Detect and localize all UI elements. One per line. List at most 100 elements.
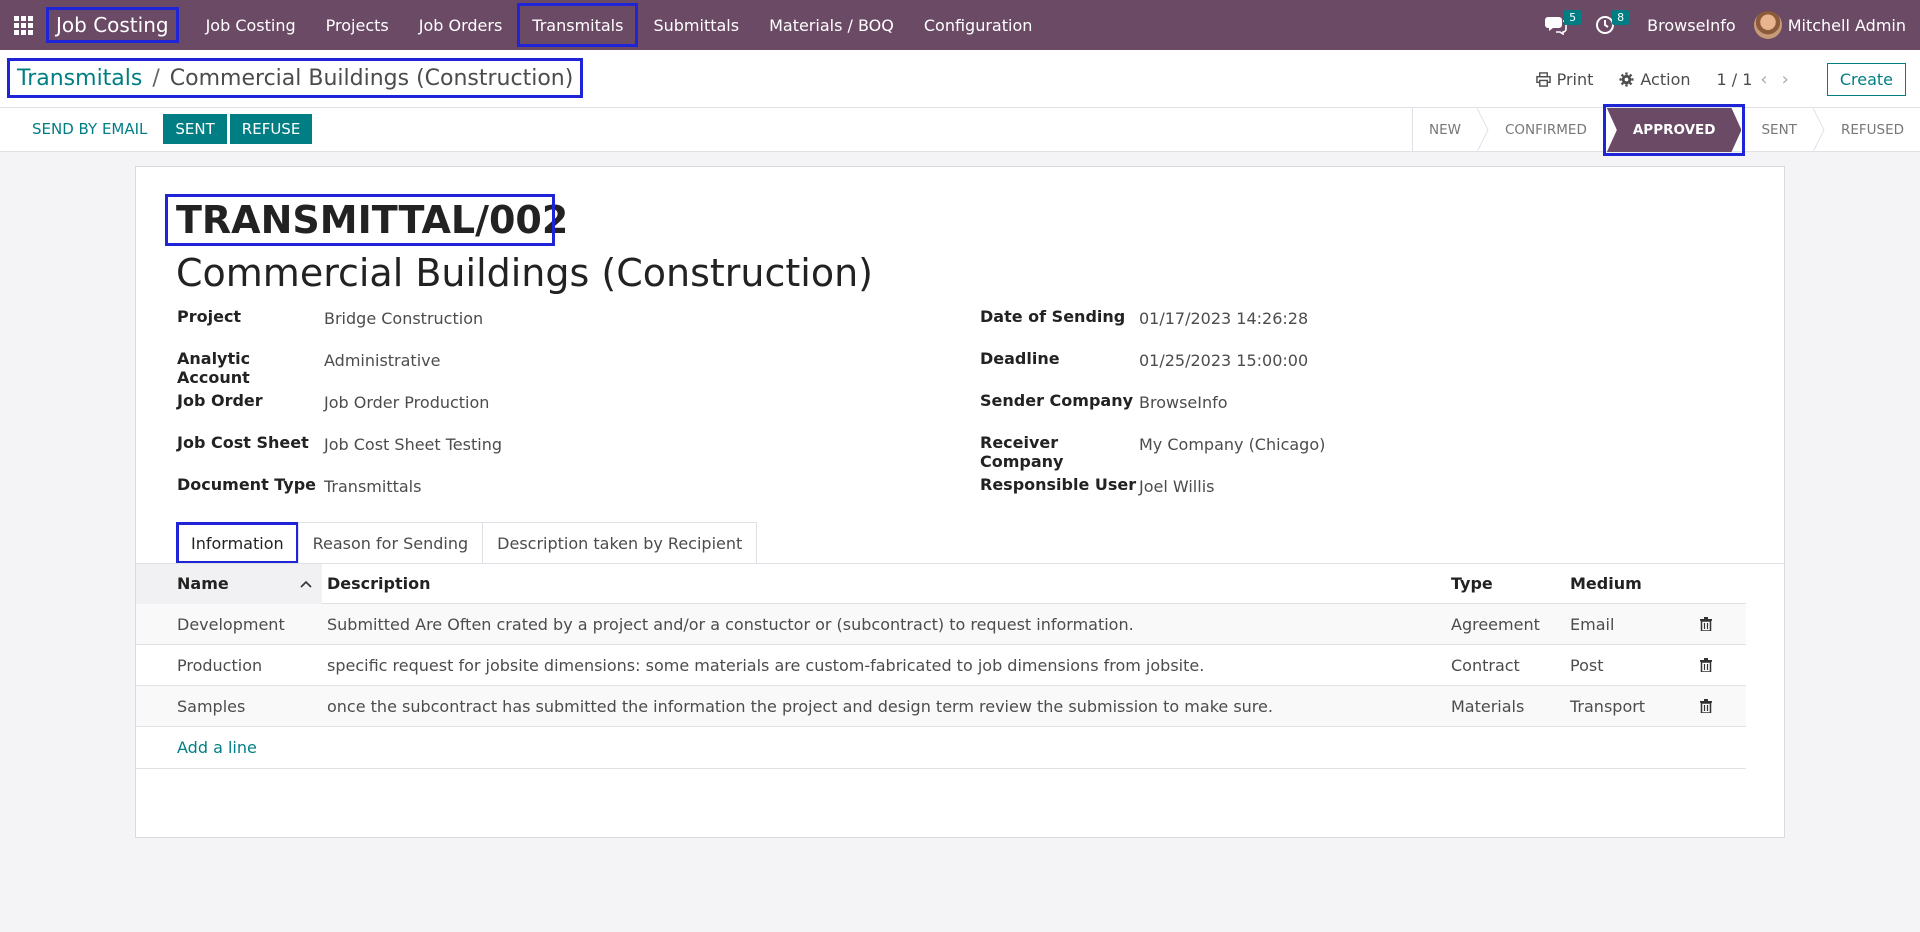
pager-value[interactable]: 1 / 1 <box>1717 70 1753 89</box>
cell-description: specific request for jobsite dimensions:… <box>327 655 1205 675</box>
field-value[interactable]: Bridge Construction <box>324 307 483 328</box>
column-description[interactable]: Description <box>322 574 1451 593</box>
messages-button[interactable]: 5 <box>1531 0 1582 50</box>
menu-submittals[interactable]: Submittals <box>638 3 754 47</box>
tab-description-by-recipient[interactable]: Description taken by Recipient <box>482 522 758 564</box>
field-job-order: Job Order Job Order Production <box>177 391 502 433</box>
field-value[interactable]: Job Cost Sheet Testing <box>324 433 502 454</box>
sent-button[interactable]: SENT <box>163 114 227 144</box>
breadcrumb-parent[interactable]: Transmitals <box>17 66 142 91</box>
chevron-left-icon[interactable]: ‹ <box>1760 69 1781 90</box>
field-value[interactable]: BrowseInfo <box>1139 391 1228 412</box>
field-date-of-sending: Date of Sending 01/17/2023 14:26:28 <box>980 307 1325 349</box>
field-label: Analytic Account <box>177 349 251 387</box>
field-label: Responsible User <box>980 475 1137 494</box>
stage-refused[interactable]: REFUSED <box>1825 108 1920 152</box>
top-navbar: Job Costing Job Costing Projects Job Ord… <box>0 0 1920 50</box>
trash-icon <box>1700 617 1712 631</box>
stage-separator <box>1812 108 1825 152</box>
messages-badge: 5 <box>1564 10 1582 25</box>
breadcrumb-separator: / <box>152 65 160 91</box>
breadcrumb: Transmitals / Commercial Buildings (Cons… <box>7 58 584 98</box>
action-label: Action <box>1640 69 1691 89</box>
activities-button[interactable]: 8 <box>1581 0 1630 50</box>
user-menu[interactable]: Mitchell Admin <box>1753 11 1920 39</box>
field-label: Deadline <box>980 349 1060 368</box>
field-value[interactable]: Administrative <box>324 349 440 370</box>
field-value[interactable]: Job Order Production <box>324 391 489 412</box>
menu-job-costing[interactable]: Job Costing <box>191 3 311 47</box>
form-sheet: TRANSMITTAL/002 Commercial Buildings (Co… <box>135 166 1785 838</box>
field-value[interactable]: 01/25/2023 15:00:00 <box>1139 349 1308 370</box>
menu-materials-boq[interactable]: Materials / BOQ <box>754 3 909 47</box>
delete-row-button[interactable] <box>1700 658 1746 672</box>
record-title[interactable]: Commercial Buildings (Construction) <box>176 251 873 295</box>
column-name[interactable]: Name <box>136 563 322 604</box>
field-value[interactable]: Joel Willis <box>1139 475 1214 496</box>
field-label: Receiver Company <box>980 433 1064 471</box>
table-row[interactable]: Samples once the subcontract has submitt… <box>136 686 1746 727</box>
apps-menu-icon[interactable] <box>0 0 46 50</box>
field-analytic-account: Analytic Account Administrative <box>177 349 502 391</box>
create-button[interactable]: Create <box>1826 62 1906 96</box>
cell-name: Samples <box>177 696 246 716</box>
field-label: Job Cost Sheet <box>177 433 309 452</box>
table-row[interactable]: Development Submitted Are Often crated b… <box>136 604 1746 645</box>
right-field-group: Date of Sending 01/17/2023 14:26:28 Deadl… <box>980 307 1325 517</box>
field-label: Project <box>177 307 242 326</box>
menu-job-orders[interactable]: Job Orders <box>404 3 518 47</box>
field-document-type: Document Type Transmittals <box>177 475 502 517</box>
stage-approved[interactable]: APPROVED <box>1607 108 1742 152</box>
delete-row-button[interactable] <box>1700 617 1746 631</box>
delete-row-button[interactable] <box>1700 699 1746 713</box>
column-label: Name <box>177 574 229 593</box>
field-label: Sender Company <box>980 391 1134 410</box>
send-by-email-button[interactable]: SEND BY EMAIL <box>20 114 159 144</box>
print-button[interactable]: Print <box>1535 69 1594 89</box>
pager-arrows: ‹› <box>1760 69 1802 90</box>
field-sender-company: Sender Company BrowseInfo <box>980 391 1325 433</box>
cell-type: Agreement <box>1451 614 1540 634</box>
status-bar: SEND BY EMAIL SENT REFUSE NEW CONFIRMED … <box>0 104 1920 156</box>
action-button[interactable]: Action <box>1619 69 1691 89</box>
field-value[interactable]: My Company (Chicago) <box>1139 433 1325 454</box>
menu-projects[interactable]: Projects <box>311 3 404 47</box>
tab-information[interactable]: Information <box>176 522 299 564</box>
stage-new[interactable]: NEW <box>1413 108 1477 152</box>
field-responsible-user: Responsible User Joel Willis <box>980 475 1325 517</box>
stage-confirmed[interactable]: CONFIRMED <box>1489 108 1603 152</box>
cell-description: once the subcontract has submitted the i… <box>327 696 1273 716</box>
print-icon <box>1535 71 1551 87</box>
stage-sent[interactable]: SENT <box>1745 108 1812 152</box>
menu-transmitals[interactable]: Transmitals <box>517 3 639 47</box>
cell-name: Production <box>177 655 263 675</box>
chevron-right-icon[interactable]: › <box>1782 69 1803 90</box>
refuse-button[interactable]: REFUSE <box>229 114 313 144</box>
cell-medium: Post <box>1570 655 1604 675</box>
menu-configuration[interactable]: Configuration <box>909 3 1048 47</box>
table-row[interactable]: Production specific request for jobsite … <box>136 645 1746 686</box>
field-label: Date of Sending <box>980 307 1126 326</box>
control-panel: Transmitals / Commercial Buildings (Cons… <box>0 50 1920 108</box>
user-name: Mitchell Admin <box>1787 15 1906 35</box>
field-project: Project Bridge Construction <box>177 307 502 349</box>
cell-type: Materials <box>1451 696 1525 716</box>
trash-icon <box>1700 658 1712 672</box>
column-type[interactable]: Type <box>1451 574 1570 593</box>
field-value[interactable]: Transmittals <box>324 475 421 496</box>
column-medium[interactable]: Medium <box>1570 574 1746 593</box>
trash-icon <box>1700 699 1712 713</box>
tab-reason-for-sending[interactable]: Reason for Sending <box>297 522 484 564</box>
gear-icon <box>1619 71 1634 87</box>
cell-medium: Email <box>1570 614 1615 634</box>
field-receiver-company: Receiver Company My Company (Chicago) <box>980 433 1325 475</box>
add-line-link[interactable]: Add a line <box>136 727 1746 769</box>
company-switcher[interactable]: BrowseInfo <box>1629 16 1754 35</box>
cell-type: Contract <box>1451 655 1520 675</box>
field-label: Document Type <box>177 475 317 494</box>
table-header: Name Description Type Medium <box>136 563 1746 604</box>
print-label: Print <box>1556 69 1594 89</box>
app-brand[interactable]: Job Costing <box>46 7 179 43</box>
field-deadline: Deadline 01/25/2023 15:00:00 <box>980 349 1325 391</box>
field-value[interactable]: 01/17/2023 14:26:28 <box>1139 307 1308 328</box>
